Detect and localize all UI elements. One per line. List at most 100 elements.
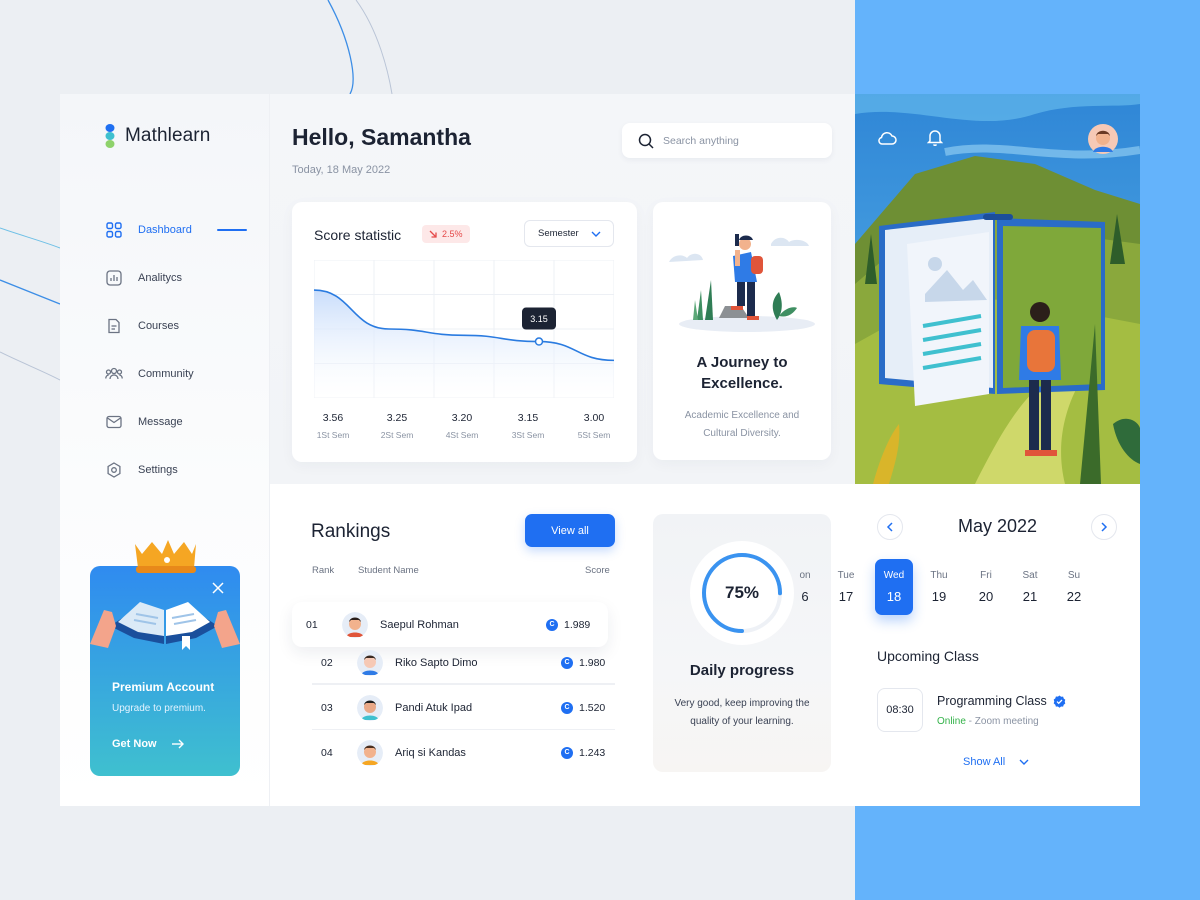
premium-card: Premium Account Upgrade to premium. Get … bbox=[90, 540, 240, 776]
sidebar-item-settings[interactable]: Settings bbox=[105, 446, 265, 494]
get-now-label: Get Now bbox=[112, 738, 157, 750]
calendar-day[interactable]: Sat 21 bbox=[1011, 559, 1049, 615]
table-row[interactable]: 03 Pandi Atuk Ipad C 1.520 bbox=[292, 685, 608, 730]
chart-area bbox=[314, 290, 614, 398]
score-chart: 3.15 bbox=[314, 260, 614, 398]
sidebar-item-analitycs[interactable]: Analitycs bbox=[105, 254, 265, 302]
student-name: Riko Sapto Dimo bbox=[395, 656, 478, 669]
hiker-illustration bbox=[669, 234, 815, 332]
class-item[interactable]: Programming Class bbox=[937, 694, 1066, 708]
close-icon[interactable] bbox=[212, 582, 224, 594]
data-label: 3.00 bbox=[583, 412, 605, 424]
data-label: 3.56 bbox=[322, 412, 344, 424]
calendar-next-button[interactable] bbox=[1091, 514, 1117, 540]
data-label: 3.25 bbox=[386, 412, 408, 424]
calendar-day[interactable]: on 6 bbox=[786, 559, 824, 615]
table-row[interactable]: 04 Ariq si Kandas C 1.243 bbox=[292, 730, 608, 775]
dashboard-window: Mathlearn Dashboard Analitycs Courses Co… bbox=[60, 94, 1140, 806]
x-tick-label: 2St Sem bbox=[380, 430, 414, 440]
app-name: Mathlearn bbox=[125, 125, 211, 146]
calendar-day[interactable]: Tue 17 bbox=[827, 559, 865, 615]
view-all-button[interactable]: View all bbox=[525, 514, 615, 547]
column-rank: Rank bbox=[312, 565, 335, 576]
avatar[interactable] bbox=[1088, 124, 1118, 154]
sidebar: Mathlearn Dashboard Analitycs Courses Co… bbox=[60, 94, 270, 806]
coin-icon: C bbox=[561, 656, 573, 669]
mail-icon bbox=[105, 413, 123, 431]
logo: Mathlearn bbox=[104, 124, 210, 148]
verified-icon bbox=[1053, 695, 1066, 708]
calendar-day[interactable]: Su 22 bbox=[1055, 559, 1093, 615]
grid-icon bbox=[105, 221, 123, 239]
sidebar-item-label: Dashboard bbox=[138, 224, 192, 236]
rank-number: 02 bbox=[321, 656, 333, 669]
student-score: 1.989 bbox=[564, 618, 591, 631]
journey-title-line-1: A Journey to bbox=[696, 354, 788, 371]
day-date: 22 bbox=[1066, 589, 1082, 604]
class-status: Online bbox=[937, 716, 966, 727]
day-name: Wed bbox=[883, 570, 905, 581]
cloud-icon[interactable] bbox=[877, 130, 897, 146]
calendar-month: May 2022 bbox=[957, 516, 1038, 536]
day-date: 21 bbox=[1022, 589, 1038, 604]
rank-number: 01 bbox=[306, 618, 318, 631]
chevron-right-icon bbox=[1101, 522, 1108, 532]
day-name: Su bbox=[1067, 570, 1081, 581]
bell-icon[interactable] bbox=[927, 128, 943, 146]
journey-title: A Journey to Excellence. bbox=[653, 352, 831, 394]
class-time: 08:30 bbox=[877, 688, 923, 732]
x-tick-label: 3St Sem bbox=[511, 430, 545, 440]
sidebar-nav: Dashboard Analitycs Courses Community Me… bbox=[105, 206, 265, 494]
rank-number: 04 bbox=[321, 746, 333, 759]
crown-book-illustration bbox=[90, 540, 240, 650]
trend-badge-value: 2.5% bbox=[442, 229, 463, 239]
document-icon bbox=[105, 317, 123, 335]
class-meta: Online - Zoom meeting bbox=[937, 716, 1039, 727]
column-student-name: Student Name bbox=[358, 565, 419, 576]
progress-title: Daily progress bbox=[689, 662, 795, 679]
x-tick-label: 4St Sem bbox=[445, 430, 479, 440]
daily-progress-card: 75% Daily progress Very good, keep impro… bbox=[653, 514, 831, 772]
student-avatar bbox=[357, 649, 383, 676]
sidebar-item-message[interactable]: Message bbox=[105, 398, 265, 446]
chart-point-highlight[interactable] bbox=[534, 337, 544, 346]
rankings-title: Rankings bbox=[311, 521, 391, 542]
score-title: Score statistic bbox=[314, 227, 402, 243]
student-name: Saepul Rohman bbox=[380, 618, 459, 631]
x-tick-label: 1St Sem bbox=[316, 430, 350, 440]
sidebar-item-dashboard[interactable]: Dashboard bbox=[105, 206, 265, 254]
column-score: Score bbox=[585, 565, 610, 576]
chart-tooltip-value: 3.15 bbox=[530, 314, 548, 324]
x-tick-label: 5St Sem bbox=[577, 430, 611, 440]
student-name: Ariq si Kandas bbox=[395, 746, 466, 759]
show-all-label: Show All bbox=[963, 756, 1006, 768]
search-icon bbox=[638, 133, 654, 149]
calendar-prev-button[interactable] bbox=[877, 514, 903, 540]
student-score: 1.243 bbox=[579, 746, 606, 759]
class-location: - Zoom meeting bbox=[965, 716, 1039, 727]
get-now-button[interactable]: Get Now bbox=[112, 738, 185, 750]
show-all-button[interactable]: Show All bbox=[963, 756, 1029, 768]
data-label: 3.20 bbox=[451, 412, 473, 424]
rank-number: 03 bbox=[321, 701, 333, 714]
coin-icon: C bbox=[561, 746, 573, 759]
table-row[interactable]: 02 Riko Sapto Dimo C 1.980 bbox=[292, 640, 608, 685]
day-date: 6 bbox=[801, 589, 809, 604]
calendar-day[interactable]: Fri 20 bbox=[967, 559, 1005, 615]
score-statistic-card: Score statistic 2.5% Semester 3.15 3.56 1… bbox=[292, 202, 637, 462]
student-score: 1.520 bbox=[579, 701, 606, 714]
calendar-day[interactable]: Thu 19 bbox=[920, 559, 958, 615]
semester-dropdown-label: Semester bbox=[538, 228, 579, 239]
search-bar[interactable] bbox=[622, 123, 832, 158]
search-input[interactable] bbox=[663, 134, 823, 147]
progress-subtitle: Very good, keep improving the quality of… bbox=[674, 698, 810, 727]
semester-dropdown[interactable]: Semester bbox=[524, 220, 614, 247]
sidebar-item-community[interactable]: Community bbox=[105, 350, 265, 398]
logo-mark-icon bbox=[105, 124, 115, 148]
sidebar-item-label: Settings bbox=[138, 464, 178, 476]
chevron-down-icon bbox=[591, 231, 601, 237]
calendar-day[interactable]: Wed 18 bbox=[875, 559, 913, 615]
page-title: Hello, Samantha bbox=[292, 124, 471, 150]
journey-card: A Journey to Excellence. Academic Excell… bbox=[653, 202, 831, 460]
sidebar-item-courses[interactable]: Courses bbox=[105, 302, 265, 350]
